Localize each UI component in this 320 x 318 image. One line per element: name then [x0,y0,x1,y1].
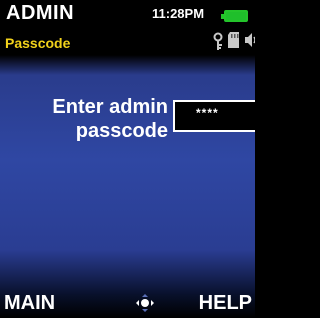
page-subtitle: Passcode [5,35,71,51]
prompt-line-2: passcode [75,120,168,142]
page-title: ADMIN [6,2,75,24]
passcode-prompt: Enter admin passcode [28,95,168,143]
main-softkey[interactable]: MAIN [4,292,55,315]
battery-icon [221,10,248,22]
sd-card-icon [228,32,239,48]
help-softkey[interactable]: HELP [199,292,252,315]
navigation-pad-icon[interactable] [129,291,161,315]
status-icons [212,32,255,52]
prompt-line-1: Enter admin [52,96,168,118]
clock: 11:28PM [152,6,205,21]
sound-icon [245,33,255,47]
device-screen: ADMIN Passcode 11:28PM Enter admin passc… [0,0,255,318]
key-icon [213,32,223,50]
passcode-value: **** [196,106,219,120]
passcode-field[interactable]: **** [173,100,255,132]
